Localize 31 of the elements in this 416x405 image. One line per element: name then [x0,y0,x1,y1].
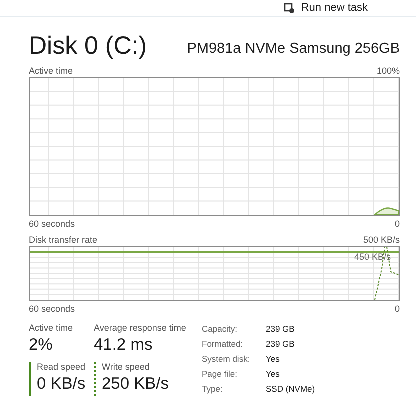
chart-label: Active time [29,66,74,77]
axis-label: 0 [394,218,400,231]
disk-model: PM981a NVMe Samsung 256GB [187,40,400,58]
property-label: Type: [202,383,224,396]
disk-title: Disk 0 (C:) [29,32,148,60]
property-label: Formatted: [202,338,244,351]
axis-label: 60 seconds [29,218,76,231]
rate-marker-label: 450 KB/s [354,252,391,263]
property-label: Page file: [202,368,238,381]
chart-max-label: 500 KB/s [363,235,400,246]
run-task-icon [284,2,296,14]
chart-label: Disk transfer rate [29,235,98,246]
stat-label: Read speed [37,362,87,372]
chart-max-label: 100% [376,66,400,77]
property-label: Capacity: [202,323,238,336]
property-value: Yes [266,368,281,381]
stat-value: 0 KB/s [37,374,87,394]
stat-value: 2% [29,335,54,356]
run-task-button[interactable]: Run new task [301,2,368,14]
axis-label: 0 [394,303,400,316]
property-value: 239 GB [266,323,296,336]
property-value: 239 GB [266,338,296,351]
stat-label: Average response time [94,323,188,334]
stat-label: Active time [29,323,74,334]
stat-label: Write speed [102,362,151,372]
property-label: System disk: [202,353,252,366]
stat-value: 41.2 ms [94,335,154,356]
property-value: SSD (NVMe) [266,383,316,396]
stat-value: 250 KB/s [102,374,170,394]
property-value: Yes [266,353,281,366]
axis-label: 60 seconds [29,303,76,316]
